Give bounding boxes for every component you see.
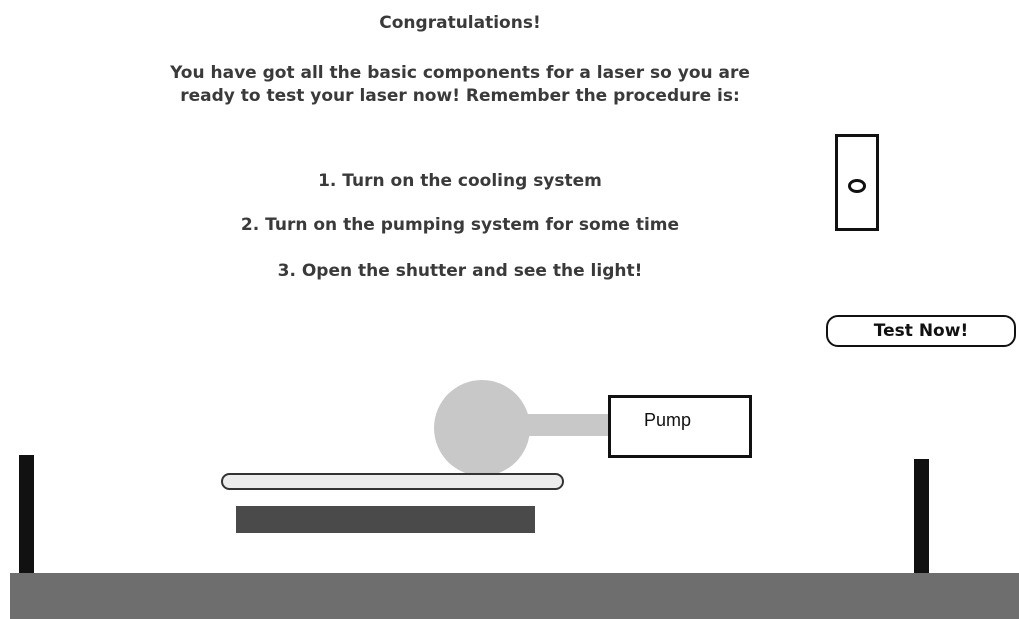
left-mirror: [19, 455, 34, 577]
procedure-step-3: 3. Open the shutter and see the light!: [277, 261, 643, 281]
cooling-system-plate[interactable]: [236, 506, 535, 533]
congratulations-title: Congratulations!: [379, 13, 541, 33]
laser-rod: [221, 473, 564, 490]
optical-bench: [10, 573, 1019, 619]
pump-label: Pump: [644, 410, 692, 430]
procedure-step-2: 2. Turn on the pumping system for some t…: [240, 215, 680, 235]
pump-control[interactable]: Pump: [608, 395, 752, 458]
right-mirror: [914, 459, 929, 577]
laser-simulation-canvas: Congratulations! You have got all the ba…: [0, 0, 1019, 619]
shutter-switch[interactable]: [835, 134, 879, 231]
pump-lamp: [434, 380, 530, 476]
switch-knob-icon: [848, 179, 866, 193]
instruction-intro: You have got all the basic components fo…: [170, 63, 750, 106]
pump-lamp-connector: [520, 414, 612, 436]
test-now-button[interactable]: Test Now!: [826, 315, 1016, 347]
procedure-step-1: 1. Turn on the cooling system: [318, 171, 602, 191]
